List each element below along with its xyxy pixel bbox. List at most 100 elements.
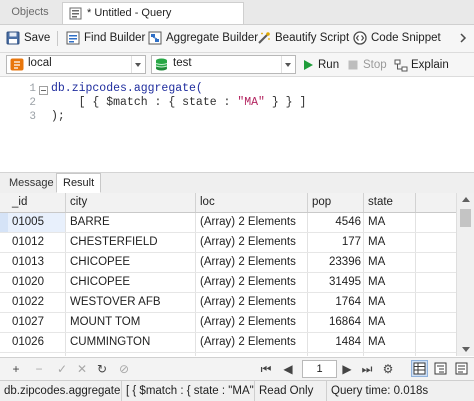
delete-record-icon[interactable]: − bbox=[31, 361, 47, 377]
cell-loc[interactable]: (Array) 2 Elements bbox=[196, 353, 308, 356]
refresh-icon[interactable]: ↻ bbox=[94, 361, 110, 377]
column-header-state[interactable]: state bbox=[364, 193, 416, 212]
cell-id[interactable]: 01012 bbox=[8, 233, 66, 252]
discard-icon[interactable]: ✕ bbox=[74, 361, 90, 377]
cell-pop[interactable]: 23396 bbox=[308, 253, 364, 272]
cell-loc[interactable]: (Array) 2 Elements bbox=[196, 233, 308, 252]
row-selector[interactable] bbox=[0, 313, 8, 332]
cell-state[interactable]: MA bbox=[364, 273, 416, 292]
table-row[interactable]: 01020 CHICOPEE (Array) 2 Elements 31495 MA bbox=[0, 273, 456, 293]
tab-message[interactable]: Message bbox=[3, 174, 60, 192]
cell-loc[interactable]: (Array) 2 Elements bbox=[196, 273, 308, 292]
status-query-detail: [ { $match : { state : "MA" bbox=[122, 381, 255, 401]
row-selector[interactable] bbox=[0, 213, 8, 232]
cell-state[interactable]: MA bbox=[364, 293, 416, 312]
cell-state[interactable]: MA bbox=[364, 233, 416, 252]
cell-id[interactable]: 01020 bbox=[8, 273, 66, 292]
tab-result[interactable]: Result bbox=[56, 173, 102, 193]
code-line-3: ); bbox=[51, 110, 65, 123]
row-selector[interactable] bbox=[0, 233, 8, 252]
table-row[interactable]: 01022 WESTOVER AFB (Array) 2 Elements 1764 M… bbox=[0, 293, 456, 313]
find-builder-icon bbox=[66, 31, 80, 45]
cell-loc[interactable]: (Array) 2 Elements bbox=[196, 253, 308, 272]
settings-gear-icon[interactable]: ⚙ bbox=[380, 361, 396, 377]
column-header-loc[interactable]: loc bbox=[196, 193, 308, 212]
cell-state[interactable]: MA bbox=[364, 313, 416, 332]
tree-view-button[interactable] bbox=[432, 360, 449, 377]
cell-pop[interactable]: 4546 bbox=[308, 213, 364, 232]
column-header-pop[interactable]: pop bbox=[308, 193, 364, 212]
cell-loc[interactable]: (Array) 2 Elements bbox=[196, 313, 308, 332]
cell-state[interactable]: MA bbox=[364, 333, 416, 352]
connection-select[interactable]: local bbox=[6, 55, 146, 74]
cell-loc[interactable]: (Array) 2 Elements bbox=[196, 293, 308, 312]
chevron-right-icon bbox=[460, 33, 467, 43]
next-page-icon[interactable]: ▶ bbox=[339, 361, 355, 377]
row-selector[interactable] bbox=[0, 253, 8, 272]
row-selector[interactable] bbox=[0, 333, 8, 352]
cell-city[interactable]: CHESTERFIELD bbox=[66, 233, 196, 252]
chevron-down-icon bbox=[281, 56, 295, 73]
add-record-icon[interactable]: + bbox=[8, 361, 24, 377]
grid-view-button[interactable] bbox=[411, 360, 428, 377]
row-selector[interactable] bbox=[0, 293, 8, 312]
cell-state[interactable]: MA bbox=[364, 353, 416, 356]
cell-pop[interactable]: 1484 bbox=[308, 333, 364, 352]
query-editor[interactable]: 1 db.zipcodes.aggregate( 2 [ { $match : … bbox=[0, 77, 474, 172]
page-number-input[interactable]: 1 bbox=[302, 360, 337, 378]
cell-id[interactable]: 01005 bbox=[8, 213, 66, 232]
code-line-2: [ { $match : { state : "MA" } } ] bbox=[51, 96, 307, 109]
table-row[interactable]: 01012 CHESTERFIELD (Array) 2 Elements 177 MA bbox=[0, 233, 456, 253]
first-page-icon[interactable]: ⏮ bbox=[258, 361, 274, 377]
cell-pop[interactable]: 11985 bbox=[308, 353, 364, 356]
last-page-icon[interactable]: ⏭ bbox=[359, 361, 375, 377]
apply-check-icon[interactable]: ✓ bbox=[54, 361, 70, 377]
cell-city[interactable]: MOUNT TOM bbox=[66, 313, 196, 332]
grid-view-icon bbox=[413, 362, 426, 375]
cell-id[interactable]: 01013 bbox=[8, 253, 66, 272]
previous-page-icon[interactable]: ◀ bbox=[280, 361, 296, 377]
grid-vertical-scrollbar[interactable] bbox=[456, 193, 474, 356]
tab-untitled-query[interactable]: * Untitled - Query bbox=[62, 2, 244, 24]
table-row[interactable]: 01013 CHICOPEE (Array) 2 Elements 23396 MA bbox=[0, 253, 456, 273]
table-row[interactable]: 01005 BARRE (Array) 2 Elements 4546 MA bbox=[0, 213, 456, 233]
cell-city[interactable]: CHICOPEE bbox=[66, 273, 196, 292]
column-header-id[interactable]: _id bbox=[8, 193, 66, 212]
tab-objects[interactable]: Objects bbox=[0, 2, 60, 23]
cell-state[interactable]: MA bbox=[364, 213, 416, 232]
explain-icon bbox=[394, 59, 408, 72]
database-select[interactable]: test bbox=[151, 55, 296, 74]
fold-toggle-icon[interactable] bbox=[39, 86, 48, 95]
cell-loc[interactable]: (Array) 2 Elements bbox=[196, 333, 308, 352]
cell-id[interactable]: 01027 bbox=[8, 313, 66, 332]
row-selector[interactable] bbox=[0, 273, 8, 292]
stop-load-icon[interactable]: ⊘ bbox=[116, 361, 132, 377]
scroll-down-icon[interactable] bbox=[462, 347, 470, 352]
status-query-time: Query time: 0.018s bbox=[331, 385, 429, 397]
cell-city[interactable]: FEEDING HILLS bbox=[66, 353, 196, 356]
toolbar-overflow-button[interactable] bbox=[456, 30, 470, 47]
row-selector[interactable] bbox=[0, 353, 8, 356]
cell-state[interactable]: MA bbox=[364, 253, 416, 272]
cell-id[interactable]: 01026 bbox=[8, 333, 66, 352]
scroll-up-icon[interactable] bbox=[462, 197, 470, 202]
cell-city[interactable]: BARRE bbox=[66, 213, 196, 232]
cell-loc[interactable]: (Array) 2 Elements bbox=[196, 213, 308, 232]
scroll-thumb[interactable] bbox=[460, 209, 471, 227]
cell-city[interactable]: CHICOPEE bbox=[66, 253, 196, 272]
cell-city[interactable]: CUMMINGTON bbox=[66, 333, 196, 352]
cell-id[interactable]: 01022 bbox=[8, 293, 66, 312]
line-number: 2 bbox=[29, 97, 36, 109]
row-selector-header bbox=[0, 193, 8, 212]
table-row[interactable]: 01027 MOUNT TOM (Array) 2 Elements 16864 MA bbox=[0, 313, 456, 333]
cell-id[interactable]: 01030 bbox=[8, 353, 66, 356]
json-view-button[interactable] bbox=[453, 360, 470, 377]
cell-city[interactable]: WESTOVER AFB bbox=[66, 293, 196, 312]
cell-pop[interactable]: 1764 bbox=[308, 293, 364, 312]
cell-pop[interactable]: 16864 bbox=[308, 313, 364, 332]
table-row[interactable]: 01026 CUMMINGTON (Array) 2 Elements 1484 MA bbox=[0, 333, 456, 353]
table-row[interactable]: 01030FEEDING HILLS(Array) 2 Elements1198… bbox=[0, 353, 456, 356]
cell-pop[interactable]: 177 bbox=[308, 233, 364, 252]
column-header-city[interactable]: city bbox=[66, 193, 196, 212]
cell-pop[interactable]: 31495 bbox=[308, 273, 364, 292]
